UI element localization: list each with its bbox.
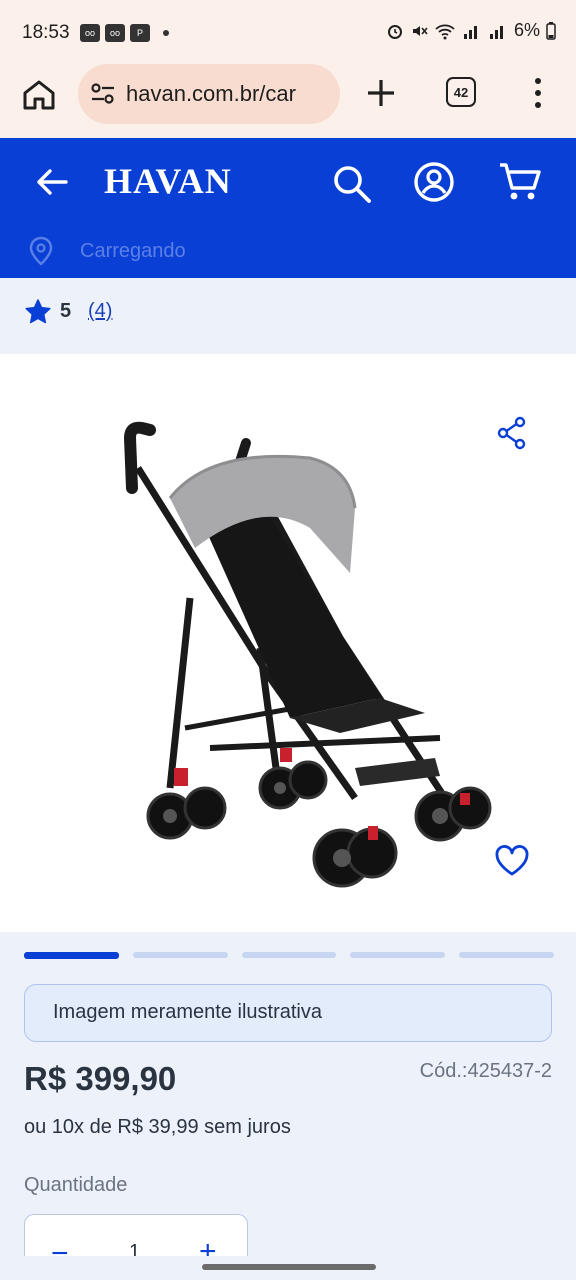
- share-icon[interactable]: [496, 416, 528, 450]
- location-pin-icon: [29, 236, 53, 266]
- product-image[interactable]: [0, 354, 576, 932]
- location-text: Carregando: [80, 240, 186, 262]
- product-code: Cód.:425437-2: [419, 1060, 552, 1082]
- carousel-dot-3[interactable]: [241, 952, 337, 958]
- url-text: havan.com.br/car: [126, 81, 296, 106]
- carousel-dot-5[interactable]: [459, 952, 554, 958]
- image-disclaimer: Imagem meramente ilustrativa: [24, 984, 552, 1042]
- voicemail-icon: oo: [80, 24, 100, 42]
- signal-icon: [463, 25, 477, 39]
- site-header: HAVAN Carregando: [0, 138, 576, 278]
- disclaimer-text: Imagem meramente ilustrativa: [53, 1001, 322, 1023]
- home-icon[interactable]: [20, 76, 58, 114]
- address-bar[interactable]: havan.com.br/car: [78, 64, 340, 124]
- parking-icon: P: [130, 24, 150, 42]
- rating-value: 5: [60, 300, 72, 322]
- account-icon[interactable]: [412, 160, 456, 204]
- search-icon[interactable]: [330, 162, 374, 206]
- alarm-icon: [387, 24, 402, 39]
- wifi-icon: [435, 24, 455, 39]
- system-navigation-bar: [0, 1256, 576, 1280]
- rating-row: 5 (4): [0, 278, 576, 354]
- tab-switcher-button[interactable]: 42: [446, 77, 476, 107]
- status-bar: 18:53 oo oo P 6%: [0, 0, 576, 64]
- reviews-link[interactable]: (4): [88, 300, 112, 323]
- site-settings-icon[interactable]: [90, 82, 116, 106]
- status-indicators: 6%: [386, 20, 556, 41]
- battery-icon: [546, 21, 556, 40]
- status-notifications: oo oo P: [80, 24, 169, 42]
- new-tab-icon[interactable]: [364, 76, 398, 110]
- back-arrow-icon[interactable]: [32, 162, 72, 202]
- product-price: R$ 399,90: [24, 1060, 177, 1097]
- battery-percent: 6%: [513, 20, 540, 40]
- heart-icon[interactable]: [494, 844, 530, 878]
- signal-icon: [489, 25, 503, 39]
- quantity-label: Quantidade: [24, 1174, 128, 1196]
- carousel-dot-2[interactable]: [132, 952, 228, 958]
- carousel-indicators: [24, 952, 554, 960]
- location-selector[interactable]: Carregando: [0, 234, 576, 270]
- mute-icon: [412, 25, 428, 36]
- site-logo[interactable]: HAVAN: [104, 160, 232, 202]
- browser-toolbar: havan.com.br/car 42: [0, 64, 576, 138]
- voicemail-icon: oo: [105, 24, 125, 42]
- status-time: 18:53: [22, 22, 70, 43]
- stroller-image: [123, 421, 492, 888]
- more-notifications-dot: [163, 30, 169, 36]
- tab-count: 42: [453, 84, 469, 100]
- carousel-dot-1[interactable]: [24, 952, 119, 959]
- star-icon: [25, 299, 51, 324]
- more-options-icon[interactable]: [528, 76, 548, 110]
- installment-info: ou 10x de R$ 39,99 sem juros: [24, 1116, 291, 1138]
- cart-icon[interactable]: [496, 160, 542, 204]
- home-gesture-handle[interactable]: [202, 1264, 376, 1270]
- carousel-dot-4[interactable]: [350, 952, 446, 958]
